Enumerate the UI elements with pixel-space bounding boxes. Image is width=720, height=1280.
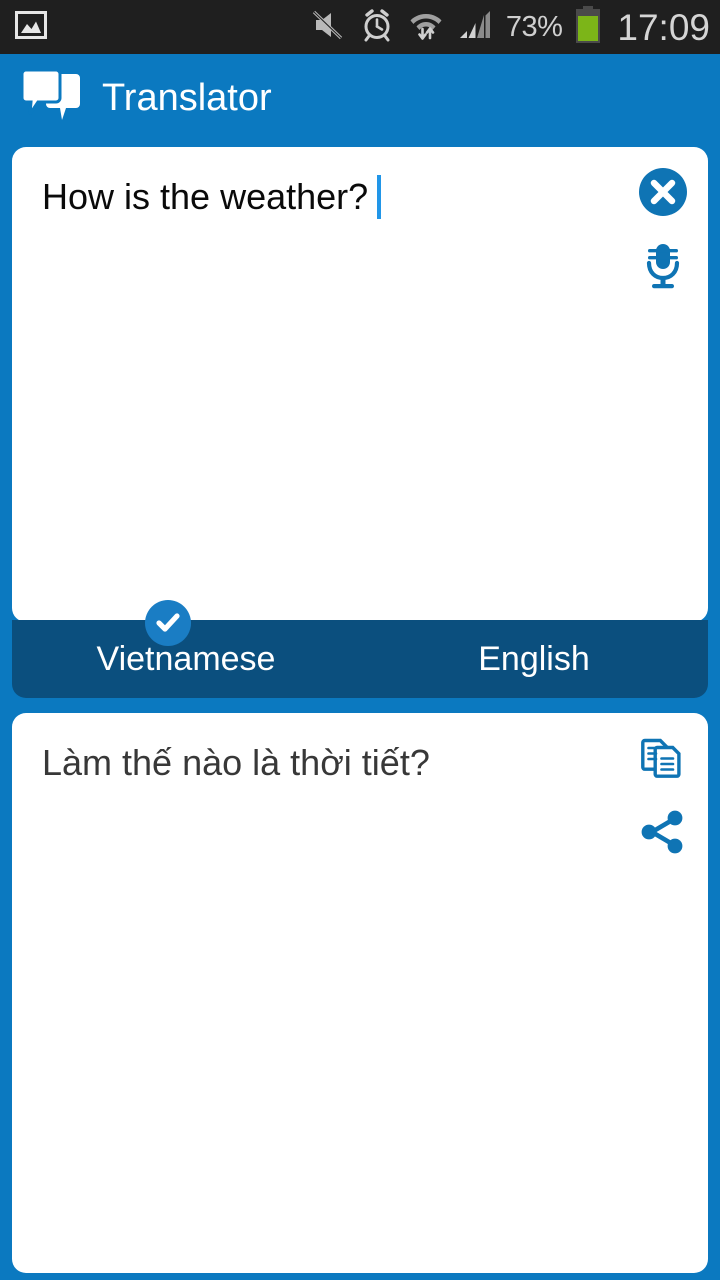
battery-percent-label: 73% xyxy=(505,10,563,43)
language-selector-bar: Vietnamese English xyxy=(12,620,708,698)
check-circle-icon xyxy=(145,600,191,646)
battery-icon xyxy=(575,5,601,49)
translated-text-value: Làm thế nào là thời tiết? xyxy=(42,742,430,783)
status-bar: 73% 17:09 xyxy=(0,0,720,54)
alarm-clock-icon xyxy=(359,7,395,48)
share-icon[interactable] xyxy=(630,799,696,865)
speech-bubbles-icon xyxy=(20,68,80,126)
app-screen: 73% 17:09 Translator How is the weather? xyxy=(0,0,720,1280)
text-caret xyxy=(377,175,382,219)
app-bar: Translator xyxy=(0,54,720,142)
status-bar-clock: 17:09 xyxy=(617,6,710,48)
wifi-transfer-icon xyxy=(408,7,444,48)
clear-circle-x-icon[interactable] xyxy=(630,159,696,225)
translated-text-card: Làm thế nào là thời tiết? xyxy=(12,713,708,1273)
source-text-value: How is the weather? xyxy=(42,176,369,217)
microphone-icon[interactable] xyxy=(630,233,696,299)
mute-icon xyxy=(310,7,346,48)
status-bar-right: 73% 17:09 xyxy=(310,5,720,49)
source-text-card[interactable]: How is the weather? xyxy=(12,147,708,622)
copy-icon[interactable] xyxy=(630,725,696,791)
cellular-signal-icon xyxy=(457,7,493,48)
source-text-input[interactable]: How is the weather? xyxy=(42,173,608,221)
image-icon xyxy=(14,8,48,47)
status-bar-left xyxy=(0,8,48,47)
language-option-target[interactable]: English xyxy=(360,642,708,676)
page-title: Translator xyxy=(102,77,272,119)
language-option-source[interactable]: Vietnamese xyxy=(12,642,360,676)
